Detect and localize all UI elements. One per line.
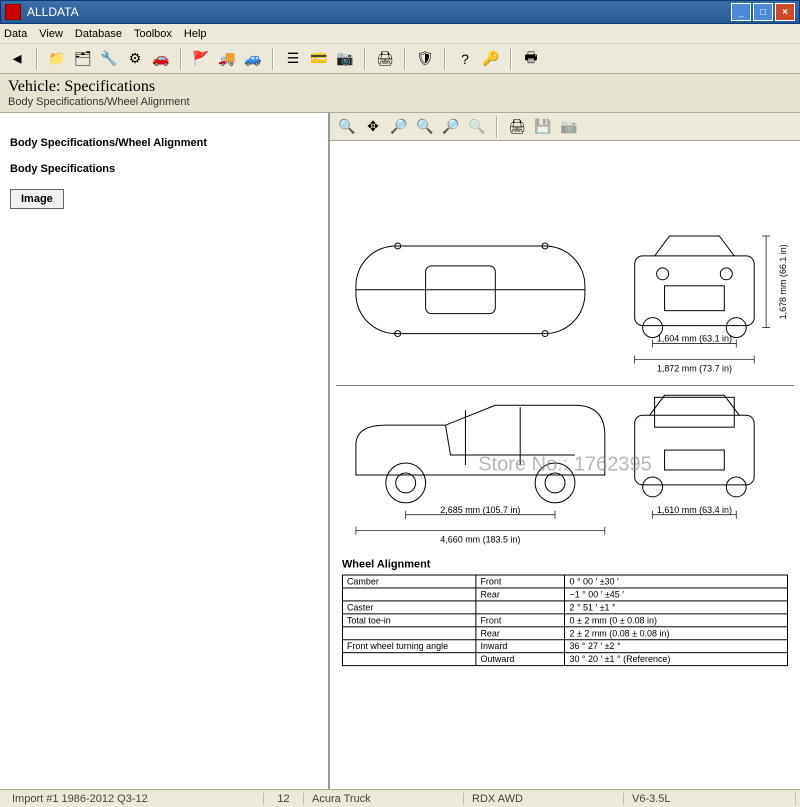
status-left: Import #1 1986-2012 Q3-12 xyxy=(4,793,264,805)
vehicle-diagram: 1,678 mm (66.1 in) 1,604 mm (63.1 in) 1,… xyxy=(336,147,794,783)
left-subheading: Body Specifications xyxy=(10,163,318,175)
window-title: ALLDATA xyxy=(27,5,79,19)
card-icon[interactable]: 💳 xyxy=(308,48,330,70)
zoom-fit-icon[interactable]: 🔎 xyxy=(388,116,410,138)
flag-icon[interactable]: 🚩 xyxy=(190,48,212,70)
image-button[interactable]: Image xyxy=(10,189,64,209)
menubar: Data View Database Toolbox Help xyxy=(0,24,800,44)
back-button[interactable]: ◂ xyxy=(6,48,28,70)
page-header: Vehicle: Specifications Body Specificati… xyxy=(0,74,800,113)
table-row: Rear2 ± 2 mm (0.08 ± 0.08 in) xyxy=(342,627,787,640)
shield-icon[interactable]: 🛡 xyxy=(414,48,436,70)
dim-wheelbase: 2,685 mm (105.7 in) xyxy=(440,505,520,515)
wheel-alignment-table: CamberFront0 ° 00 ′ ±30 ′Rear−1 ° 00 ′ ±… xyxy=(342,575,788,667)
print-image-icon[interactable]: 🖨 xyxy=(506,116,528,138)
help-icon[interactable]: ? xyxy=(454,48,476,70)
table-row: Rear−1 ° 00 ′ ±45 ′ xyxy=(342,588,787,601)
dim-length: 4,660 mm (183.5 in) xyxy=(440,535,520,545)
wheel-alignment-title: Wheel Alignment xyxy=(342,559,788,571)
breadcrumb: Body Specifications/Wheel Alignment xyxy=(8,96,792,108)
zoom-out-icon[interactable]: 🔎 xyxy=(440,116,462,138)
gear-icon[interactable]: ⚙ xyxy=(124,48,146,70)
menu-toolbox[interactable]: Toolbox xyxy=(134,28,172,40)
menu-help[interactable]: Help xyxy=(184,28,207,40)
maximize-button[interactable]: □ xyxy=(753,3,773,21)
car-icon[interactable]: 🚗 xyxy=(150,48,172,70)
table-row: CamberFront0 ° 00 ′ ±30 ′ xyxy=(342,575,787,588)
status-c4: V6-3.5L xyxy=(624,793,796,805)
left-heading: Body Specifications/Wheel Alignment xyxy=(10,137,318,149)
print2-icon[interactable]: 🖶 xyxy=(520,48,542,70)
statusbar: Import #1 1986-2012 Q3-12 12 Acura Truck… xyxy=(0,789,800,807)
folder-icon[interactable]: 📁 xyxy=(46,48,68,70)
app-icon xyxy=(5,4,21,20)
close-button[interactable]: × xyxy=(775,3,795,21)
list-icon[interactable]: ☰ xyxy=(282,48,304,70)
left-pane: Body Specifications/Wheel Alignment Body… xyxy=(0,113,330,789)
status-c1: 12 xyxy=(264,793,304,805)
table-row: Total toe-inFront0 ± 2 mm (0 ± 0.08 in) xyxy=(342,614,787,627)
zoom-reset-icon[interactable]: 🔍 xyxy=(466,116,488,138)
table-row: Caster2 ° 51 ′ ±1 ° xyxy=(342,601,787,614)
image-toolbar: 🔍 ✥ 🔎 🔍 🔎 🔍 🖨 💾 📷 xyxy=(330,113,800,141)
status-c2: Acura Truck xyxy=(304,793,464,805)
car2-icon[interactable]: 🚙 xyxy=(242,48,264,70)
snap-icon[interactable]: 📷 xyxy=(558,116,580,138)
truck-icon[interactable]: 🚚 xyxy=(216,48,238,70)
camera-icon[interactable]: 📷 xyxy=(334,48,356,70)
status-c3: RDX AWD xyxy=(464,793,624,805)
dim-track-front: 1,604 mm (63.1 in) xyxy=(657,334,732,344)
diagram-area: 1,678 mm (66.1 in) 1,604 mm (63.1 in) 1,… xyxy=(330,141,800,789)
window-titlebar: ALLDATA _ □ × xyxy=(0,0,800,24)
minimize-button[interactable]: _ xyxy=(731,3,751,21)
page-title: Vehicle: Specifications xyxy=(8,78,792,96)
zoom-area-icon[interactable]: 🔍 xyxy=(414,116,436,138)
dim-height: 1,678 mm (66.1 in) xyxy=(778,244,788,319)
pan-icon[interactable]: ✥ xyxy=(362,116,384,138)
print-icon[interactable]: 🖨 xyxy=(374,48,396,70)
menu-database[interactable]: Database xyxy=(75,28,122,40)
save-image-icon[interactable]: 💾 xyxy=(532,116,554,138)
dim-track-rear: 1,610 mm (63.4 in) xyxy=(657,505,732,515)
content-area: Body Specifications/Wheel Alignment Body… xyxy=(0,113,800,789)
wrench-icon[interactable]: 🔧 xyxy=(98,48,120,70)
menu-data[interactable]: Data xyxy=(4,28,27,40)
table-row: Outward30 ° 20 ′ ±1 ° (Reference) xyxy=(342,653,787,666)
zoom-in-icon[interactable]: 🔍 xyxy=(336,116,358,138)
folder2-icon[interactable]: 🗂 xyxy=(72,48,94,70)
main-toolbar: ◂ 📁 🗂 🔧 ⚙ 🚗 🚩 🚚 🚙 ☰ 💳 📷 🖨 🛡 ? 🔑 🖶 xyxy=(0,44,800,74)
key-icon[interactable]: 🔑 xyxy=(480,48,502,70)
dim-width: 1,872 mm (73.7 in) xyxy=(657,363,732,373)
table-row: Front wheel turning angleInward36 ° 27 ′… xyxy=(342,640,787,653)
menu-view[interactable]: View xyxy=(39,28,63,40)
right-pane: 🔍 ✥ 🔎 🔍 🔎 🔍 🖨 💾 📷 xyxy=(330,113,800,789)
